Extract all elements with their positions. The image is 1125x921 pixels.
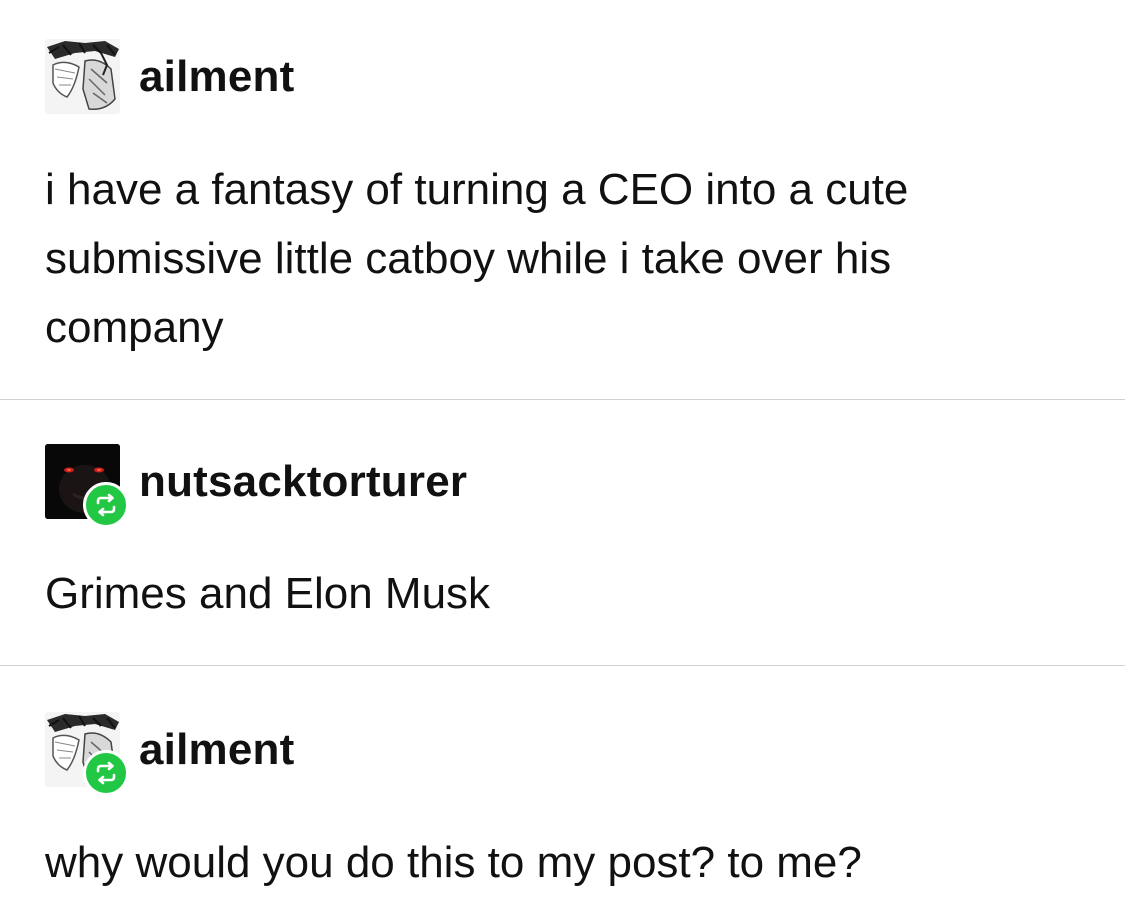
username[interactable]: ailment (139, 725, 294, 775)
avatar[interactable] (45, 444, 129, 528)
divider (0, 399, 1125, 400)
username[interactable]: nutsacktorturer (139, 457, 467, 507)
post-body-text: why would you do this to my post? to me? (45, 838, 862, 887)
divider (0, 665, 1125, 666)
username[interactable]: ailment (139, 52, 294, 102)
post-header: ailment (45, 712, 294, 796)
post-body-text: Grimes and Elon Musk (45, 569, 491, 618)
reblog-icon (83, 750, 129, 796)
avatar[interactable] (45, 39, 120, 114)
post-body-text: i have a fantasy of turning a CEO into a… (45, 165, 909, 352)
reblog-icon (83, 482, 129, 528)
manga-sketch-avatar-icon (45, 39, 120, 114)
post-header: ailment (45, 39, 294, 114)
post-header: nutsacktorturer (45, 444, 467, 528)
avatar[interactable] (45, 712, 129, 796)
